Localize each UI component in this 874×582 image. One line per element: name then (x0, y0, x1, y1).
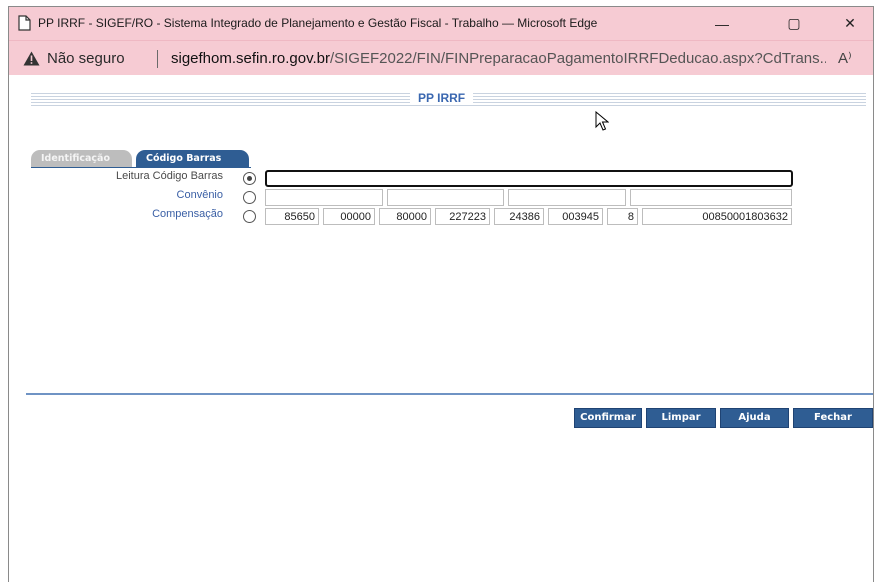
compensacao-field-7[interactable]: 8 (607, 208, 638, 225)
compensacao-field-4[interactable]: 227223 (435, 208, 490, 225)
page-content: PP IRRF Identificação Código Barras Leit… (9, 75, 873, 582)
read-aloud-icon[interactable]: A⁾ (838, 49, 852, 67)
compensacao-label: Compensação (152, 208, 223, 220)
window-title: PP IRRF - SIGEF/RO - Sistema Integrado d… (38, 16, 598, 30)
ajuda-button[interactable]: Ajuda (720, 408, 789, 428)
close-button[interactable]: ✕ (827, 7, 873, 40)
url-host: sigefhom.sefin.ro.gov.br (171, 50, 330, 67)
convenio-label: Convênio (176, 189, 223, 201)
leitura-radio[interactable] (243, 172, 256, 185)
page-icon (18, 15, 31, 31)
compensacao-field-8[interactable]: 00850001803632 (642, 208, 792, 225)
url-path: /SIGEF2022/FIN/FINPreparacaoPagamentoIRR… (329, 50, 826, 67)
title-bar: PP IRRF - SIGEF/RO - Sistema Integrado d… (9, 7, 873, 40)
tab-underline (31, 167, 251, 168)
footer-divider (26, 393, 873, 395)
browser-window: PP IRRF - SIGEF/RO - Sistema Integrado d… (8, 6, 874, 582)
compensacao-field-1[interactable]: 85650 (265, 208, 319, 225)
convenio-field-2[interactable] (387, 189, 504, 206)
address-separator (157, 50, 158, 68)
limpar-button[interactable]: Limpar (646, 408, 716, 428)
fechar-button[interactable]: Fechar (793, 408, 873, 428)
confirmar-button[interactable]: Confirmar (574, 408, 642, 428)
leitura-label: Leitura Código Barras (115, 170, 223, 182)
compensacao-radio[interactable] (243, 210, 256, 223)
convenio-field-3[interactable] (508, 189, 626, 206)
compensacao-field-2[interactable]: 00000 (323, 208, 375, 225)
convenio-field-4[interactable] (630, 189, 792, 206)
warning-icon[interactable] (23, 51, 40, 71)
security-label[interactable]: Não seguro (47, 50, 125, 67)
address-bar[interactable]: Não seguro sigefhom.sefin.ro.gov.br/SIGE… (9, 40, 873, 75)
minimize-button[interactable]: — (699, 7, 745, 40)
compensacao-field-5[interactable]: 24386 (494, 208, 544, 225)
convenio-radio[interactable] (243, 191, 256, 204)
url-text[interactable]: sigefhom.sefin.ro.gov.br/SIGEF2022/FIN/F… (171, 50, 826, 67)
tab-identificacao[interactable]: Identificação (31, 150, 132, 167)
leitura-codigo-barras-input[interactable] (265, 170, 793, 187)
compensacao-field-6[interactable]: 003945 (548, 208, 603, 225)
maximize-button[interactable]: ▢ (771, 7, 817, 40)
page-title: PP IRRF (410, 91, 474, 105)
tab-codigo-barras[interactable]: Código Barras (136, 150, 249, 167)
convenio-field-1[interactable] (265, 189, 383, 206)
mouse-cursor-icon (595, 110, 610, 136)
compensacao-field-3[interactable]: 80000 (379, 208, 431, 225)
